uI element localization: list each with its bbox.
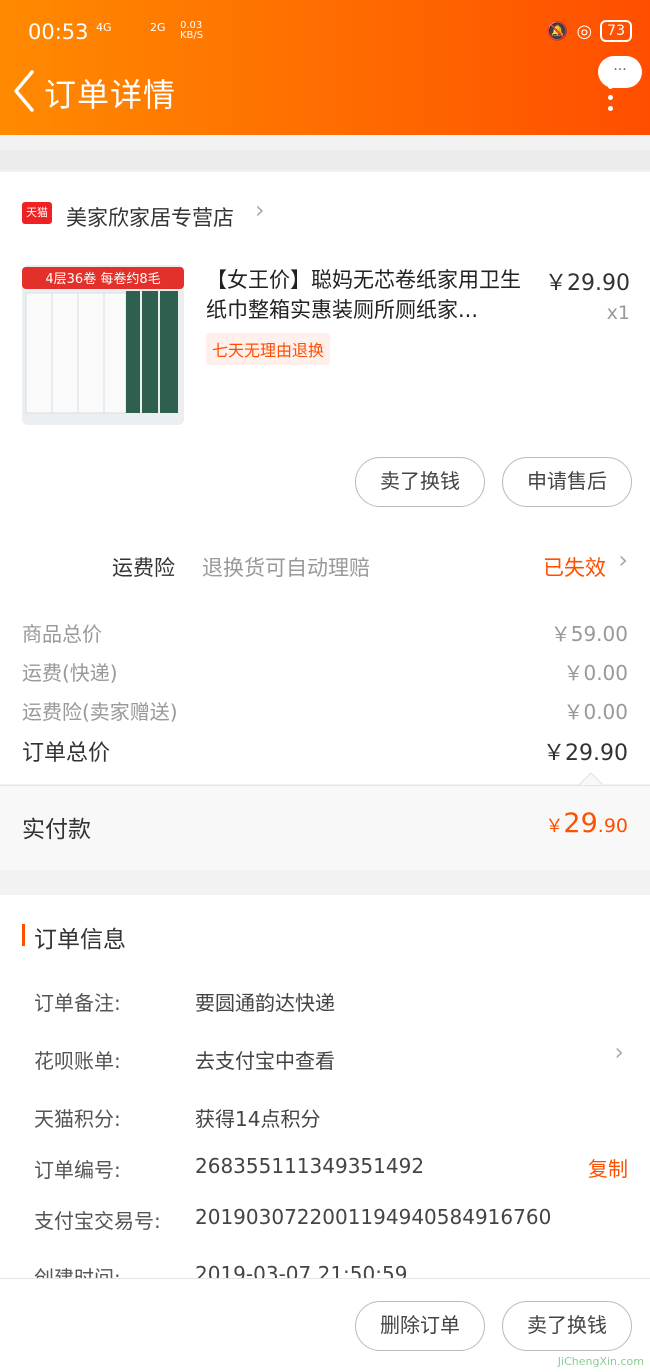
alipay-trade-value: 2019030722001194940584916760: [195, 1205, 552, 1229]
paid-currency: ￥: [545, 816, 564, 837]
after-sale-button[interactable]: 申请售后: [502, 457, 632, 507]
goods-total-value: ￥59.00: [550, 622, 628, 646]
remark-value: 要圆通韵达快递: [195, 991, 335, 1015]
order-number-label: 订单编号:: [34, 1158, 121, 1182]
insurance-fee-value: ￥0.00: [563, 700, 628, 724]
goods-total-label: 商品总价: [22, 622, 102, 646]
section-divider: [0, 150, 650, 170]
bottom-action-bar: 删除订单 卖了换钱 JiChengXin.com: [0, 1278, 650, 1372]
points-label: 天猫积分:: [34, 1107, 121, 1131]
points-value: 获得14点积分: [195, 1107, 321, 1131]
paid-decimal: .90: [597, 815, 628, 837]
more-menu-icon[interactable]: [608, 84, 614, 117]
footer-sell-button[interactable]: 卖了换钱: [502, 1301, 632, 1351]
product-image-banner: 4层36卷 每卷约8毛: [45, 271, 160, 287]
section-accent-bar: [22, 924, 25, 946]
product-quantity: x1: [606, 302, 630, 324]
back-arrow-icon[interactable]: [10, 66, 40, 116]
price-summary: 商品总价 ￥59.00 运费(快递) ￥0.00 运费险(卖家赠送) ￥0.00…: [0, 594, 650, 784]
tmall-badge: 天猫: [22, 202, 52, 224]
huabei-chevron-icon[interactable]: ›: [614, 1038, 624, 1066]
sell-item-button[interactable]: 卖了换钱: [355, 457, 485, 507]
insurance-chevron-icon: ›: [618, 546, 628, 574]
network-speed: 0.03 KB/S: [180, 20, 204, 41]
bell-off-icon: 🔕: [546, 20, 569, 42]
shipping-value: ￥0.00: [563, 661, 628, 685]
status-time: 00:53: [28, 20, 89, 44]
chevron-right-icon[interactable]: ›: [255, 196, 265, 224]
insurance-label: 运费险: [112, 556, 175, 580]
return-policy-tag: 七天无理由退换: [206, 333, 331, 365]
order-number-value: 268355111349351492: [195, 1154, 425, 1178]
page-title: 订单详情: [44, 76, 177, 114]
product-title[interactable]: 【女王价】聪妈无芯卷纸家用卫生纸巾整箱实惠装厕所厕纸家...: [206, 265, 531, 325]
status-right: 🔕 ◎ 73: [546, 20, 632, 42]
order-total-value: ￥29.90: [543, 741, 628, 766]
store-name[interactable]: 美家欣家居专营店: [66, 202, 234, 232]
paid-integer: 29: [563, 808, 598, 839]
nav-bar: 订单详情 ···: [0, 56, 650, 122]
status-bar: 00:53 4G 2G 0.03 KB/S 🔕 ◎ 73: [28, 20, 632, 48]
signal-1-label: 4G: [96, 21, 112, 34]
alarm-icon: ◎: [576, 20, 593, 42]
copy-button[interactable]: 复制: [588, 1153, 628, 1182]
product-image[interactable]: 4层36卷 每卷约8毛: [22, 265, 184, 425]
insurance-status: 已失效: [543, 556, 606, 580]
app-header: 00:53 4G 2G 0.03 KB/S 🔕 ◎ 73 订单详情 ···: [0, 0, 650, 135]
remark-label: 订单备注:: [34, 991, 121, 1015]
order-total-label: 订单总价: [22, 741, 111, 766]
delete-order-button[interactable]: 删除订单: [355, 1301, 485, 1351]
product-price: ￥29.90: [545, 271, 630, 296]
toilet-paper-image: 4层36卷 每卷约8毛: [22, 265, 184, 425]
huabei-label: 花呗账单:: [34, 1049, 121, 1073]
paid-value: ￥29.90: [545, 808, 628, 839]
huabei-value[interactable]: 去支付宝中查看: [195, 1045, 335, 1074]
battery-level: 73: [600, 20, 632, 42]
watermark: JiChengXin.com: [557, 1355, 644, 1368]
alipay-trade-label: 支付宝交易号:: [34, 1209, 161, 1233]
signal-2-label: 2G: [150, 21, 166, 34]
pointer-caret: [578, 772, 604, 786]
order-info-title: 订单信息: [34, 927, 126, 953]
insurance-fee-label: 运费险(卖家赠送): [22, 700, 178, 724]
more-bubble[interactable]: ···: [598, 56, 642, 88]
shipping-label: 运费(快递): [22, 661, 118, 685]
shipping-insurance-row[interactable]: 运费险 退换货可自动理赔 已失效 ›: [0, 532, 650, 594]
insurance-desc: 退换货可自动理赔: [202, 556, 370, 580]
paid-label: 实付款: [22, 817, 91, 843]
